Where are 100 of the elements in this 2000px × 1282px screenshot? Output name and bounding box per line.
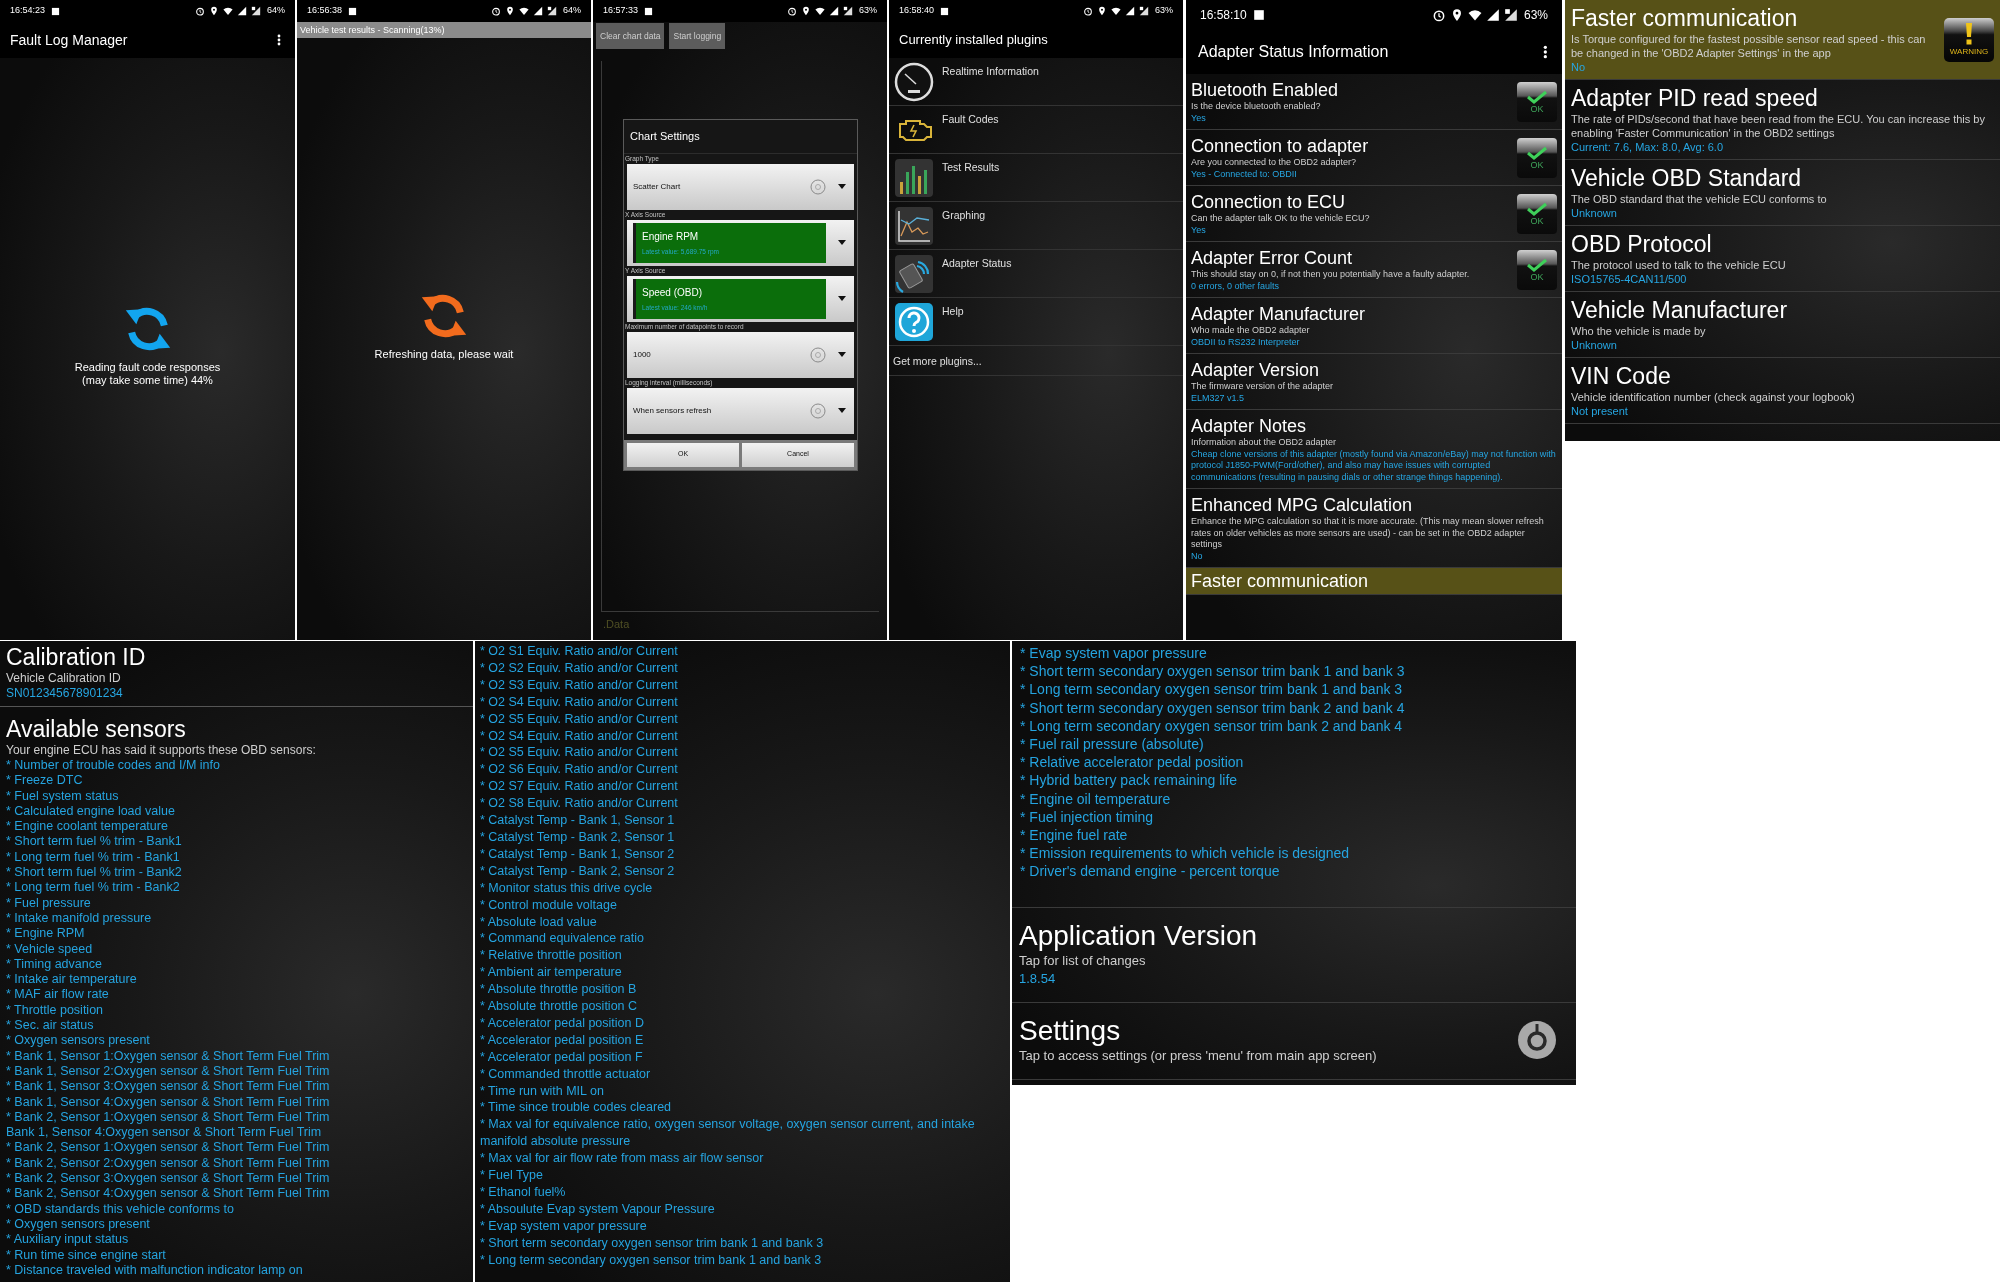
status-time: 16:58:10 bbox=[1200, 7, 1247, 24]
screen-title: Adapter Status Information bbox=[1198, 42, 1389, 62]
sensor-item: Bank 1, Sensor 4:Oxygen sensor & Short Term Fuel Trim bbox=[6, 1125, 323, 1141]
item-description: The rate of PIDs/second that have been read from the ECU. You can increase this by enabling 'Faster Communication' in the OBD2 settings bbox=[1571, 112, 1986, 140]
sensor-item: * Accelerator pedal position D bbox=[480, 1014, 645, 1032]
toolbar-button[interactable]: Clear chart data bbox=[596, 23, 665, 49]
sensor-item: * Catalyst Temp - Bank 2, Sensor 2 bbox=[480, 862, 676, 880]
sensor-item: * Bank 2, Sensor 2:Oxygen sensor & Short Term Fuel Trim bbox=[6, 1155, 331, 1171]
sensor-item: * Long term secondary oxygen sensor trim bank 1 and bank 3 bbox=[1020, 680, 1404, 699]
item-title: VIN Code bbox=[1571, 363, 1672, 390]
section-description: Tap for list of changes bbox=[1019, 951, 1147, 970]
dropdown[interactable]: Scatter Chart bbox=[627, 163, 854, 210]
wifi-icon bbox=[1467, 8, 1482, 22]
sensor-name: Speed (OBD) bbox=[642, 285, 704, 300]
sensor-item: * Fuel system status bbox=[6, 788, 120, 804]
sensor-item: * Long term secondary oxygen sensor trim bank 1 and bank 3 bbox=[480, 1251, 823, 1269]
sensor-item: * Fuel pressure bbox=[6, 895, 92, 911]
sensor-item: * Number of trouble codes and I/M info bbox=[6, 758, 221, 774]
dropdown-value: 1000 bbox=[633, 348, 652, 361]
toolbar-button[interactable]: Start logging bbox=[669, 23, 726, 49]
sensor-item: * O2 S2 Equiv. Ratio and/or Current bbox=[480, 659, 679, 677]
sensor-item: * Accelerator pedal position E bbox=[480, 1031, 645, 1049]
status-time: 16:57:33 bbox=[603, 4, 639, 18]
sensor-item: * Bank 2, Sensor 1:Oxygen sensor & Short Term Fuel Trim bbox=[6, 1140, 331, 1156]
section-title: Settings bbox=[1019, 1014, 1122, 1047]
dropdown[interactable]: 1000 bbox=[627, 331, 854, 378]
battery-percentage: 63% bbox=[1523, 7, 1548, 24]
sensor-item: * Auxiliary input status bbox=[6, 1232, 130, 1248]
sensor-item: * Ambient air temperature bbox=[480, 964, 623, 982]
menu-icon bbox=[277, 34, 281, 46]
item-title: Vehicle OBD Standard bbox=[1571, 165, 1803, 192]
notification-icon bbox=[51, 6, 61, 16]
signal-icon bbox=[237, 6, 247, 16]
settings-row[interactable]: Application Version Tap for list of changes 1.8.54 bbox=[1012, 907, 1576, 1003]
sensor-item: * Max val for equivalence ratio, oxygen sensor voltage, oxygen sensor current, and intake manifold absolute pressure bbox=[480, 1116, 976, 1151]
sensor-item: * Hybrid battery pack remaining life bbox=[1020, 771, 1239, 790]
sensor-item: * Oxygen sensors present bbox=[6, 1216, 151, 1233]
item-title: Enhanced MPG Calculation bbox=[1191, 494, 1414, 516]
signal-icon bbox=[547, 6, 557, 16]
sensor-item: * MAF air flow rate bbox=[6, 987, 110, 1003]
gauge-icon bbox=[894, 62, 934, 102]
notification-icon bbox=[644, 6, 654, 16]
loading-message: Refreshing data, please wait bbox=[374, 347, 514, 361]
sensor-item: * O2 S4 Equiv. Ratio and/or Current bbox=[480, 693, 679, 711]
wifi-icon bbox=[1111, 6, 1121, 16]
status-time: 16:54:23 bbox=[10, 4, 46, 18]
plugin-item[interactable]: Help bbox=[889, 298, 1183, 346]
badge-label: OK bbox=[1530, 271, 1544, 282]
sensor-item: * Time since trouble codes cleared bbox=[480, 1099, 673, 1117]
battery-percentage: 63% bbox=[859, 4, 877, 18]
plugin-item[interactable]: Fault Codes bbox=[889, 106, 1183, 154]
sensor-item: * Long term fuel % trim - Bank2 bbox=[6, 880, 181, 896]
sensor-item: * Absolute load value bbox=[480, 913, 598, 931]
sensor-item: * Monitor status this drive cycle bbox=[480, 879, 654, 897]
item-title: Adapter PID read speed bbox=[1571, 85, 1819, 112]
sensor-item: * Short term secondary oxygen sensor trim bank 2 and bank 4 bbox=[1020, 698, 1406, 717]
location-icon bbox=[505, 6, 515, 16]
location-icon bbox=[209, 6, 219, 16]
sensor-item: * Control module voltage bbox=[480, 896, 618, 914]
sensor-item: * Emission requirements to which vehicle is designed bbox=[1020, 844, 1351, 863]
item-description: Is the device bluetooth enabled? bbox=[1191, 101, 1322, 113]
sensor-item: * Max val for air flow rate from mass air flow sensor bbox=[480, 1150, 765, 1168]
plugin-item[interactable]: Graphing bbox=[889, 202, 1183, 250]
sensor-item: * Fuel injection timing bbox=[1020, 807, 1155, 827]
item-title: Bluetooth Enabled bbox=[1191, 79, 1340, 101]
sensor-item: * Catalyst Temp - Bank 1, Sensor 1 bbox=[480, 812, 676, 829]
caret-icon bbox=[838, 408, 846, 413]
sensor-name: Engine RPM bbox=[642, 229, 700, 244]
help-icon bbox=[894, 302, 934, 342]
sensor-item: * Long term secondary oxygen sensor trim bank 2 and bank 4 bbox=[1020, 716, 1404, 735]
sensor-item: * Intake manifold pressure bbox=[6, 910, 153, 927]
sensor-item: * O2 S5 Equiv. Ratio and/or Current bbox=[480, 744, 679, 762]
item-description: Can the adapter talk OK to the vehicle ECU? bbox=[1191, 213, 1371, 225]
item-title: Adapter Error Count bbox=[1191, 247, 1354, 269]
sensor-item: * Evap system vapor pressure bbox=[480, 1217, 648, 1235]
settings-row[interactable]: Settings Tap to access settings (or press 'menu' from main app screen) bbox=[1012, 1002, 1576, 1080]
item-description: Vehicle identification number (check against your logbook) bbox=[1571, 390, 1856, 404]
sensor-item: * Engine fuel rate bbox=[1020, 826, 1129, 845]
signal-icon bbox=[533, 6, 543, 16]
more-plugins-link[interactable]: Get more plugins... bbox=[889, 346, 1183, 376]
signal-icon bbox=[251, 6, 261, 16]
sensor-item: * Short term secondary oxygen sensor trim bank 1 and bank 3 bbox=[480, 1234, 825, 1252]
exclamation-icon bbox=[1965, 23, 1973, 45]
notification-icon bbox=[1252, 9, 1265, 21]
item-title: Adapter Notes bbox=[1191, 415, 1308, 437]
badge-label: OK bbox=[1530, 215, 1544, 226]
plugin-item[interactable]: Realtime Information bbox=[889, 58, 1183, 106]
plugin-item[interactable]: Adapter Status bbox=[889, 250, 1183, 298]
sensor-item: * O2 S3 Equiv. Ratio and/or Current bbox=[480, 676, 679, 694]
menu-icon bbox=[1542, 45, 1548, 59]
location-icon bbox=[1097, 6, 1107, 16]
sensor-item: * O2 S6 Equiv. Ratio and/or Current bbox=[480, 761, 679, 779]
progress-strip: Vehicle test results - Scanning(13%) bbox=[297, 22, 591, 38]
radio-icon bbox=[810, 402, 826, 419]
sensor-item: * Evap system vapor pressure bbox=[1020, 644, 1208, 663]
wifi-icon bbox=[815, 6, 825, 16]
dropdown[interactable]: When sensors refresh bbox=[627, 387, 854, 434]
plugin-item[interactable]: Test Results bbox=[889, 154, 1183, 202]
sensor-item: * Throttle position bbox=[6, 1002, 105, 1019]
sensor-item: * Short term secondary oxygen sensor trim bank 1 and bank 3 bbox=[1020, 662, 1406, 681]
